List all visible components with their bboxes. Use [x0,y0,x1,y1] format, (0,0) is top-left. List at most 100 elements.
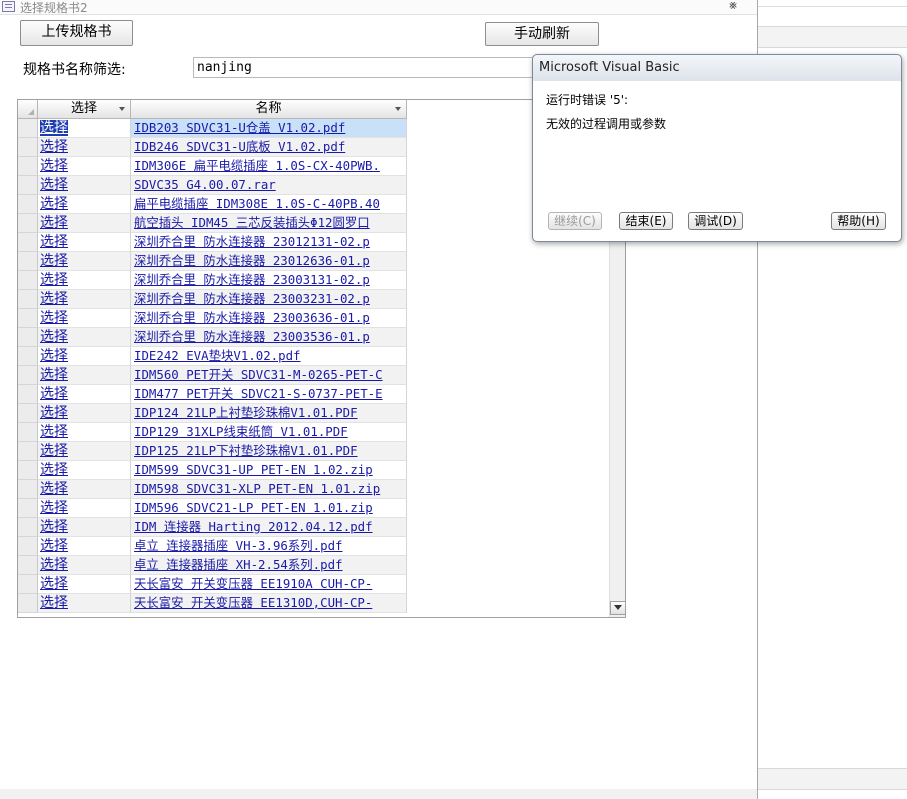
row-selector[interactable] [18,518,38,537]
close-icon[interactable]: ⨳ [729,0,737,13]
table-row: 选择 卓立 连接器插座 XH-2.54系列.pdf [18,556,625,575]
spec-file-link[interactable]: IDM477 PET开关 SDVC21-S-0737-PET-E [131,385,407,404]
end-button[interactable]: 结束(E) [619,212,673,230]
row-selector[interactable] [18,442,38,461]
row-selector[interactable] [18,594,38,613]
select-link[interactable]: 选择 [40,462,68,478]
row-selector[interactable] [18,328,38,347]
row-selector[interactable] [18,271,38,290]
row-selector[interactable] [18,480,38,499]
spec-file-link[interactable]: 航空插头 IDM45 三芯反装插头Φ12圆罗口 [131,214,407,233]
select-link[interactable]: 选择 [40,557,68,573]
column-header-name[interactable]: 名称 [131,100,407,119]
row-selector[interactable] [18,499,38,518]
table-row: 选择 IDM599 SDVC31-UP PET-EN 1.02.zip [18,461,625,480]
spec-file-link[interactable]: 天长富安 开关变压器 EE1910A CUH-CP- [131,575,407,594]
select-link[interactable]: 选择 [40,291,68,307]
select-link[interactable]: 选择 [40,272,68,288]
select-link[interactable]: 选择 [40,595,68,611]
spec-file-link[interactable]: IDM560 PET开关 SDVC31-M-0265-PET-C [131,366,407,385]
spec-file-link[interactable]: IDP129 31XLP线束纸筒 V1.01.PDF [131,423,407,442]
row-selector[interactable] [18,233,38,252]
row-selector[interactable] [18,119,38,138]
spec-file-link[interactable]: IDM 连接器 Harting 2012.04.12.pdf [131,518,407,537]
spec-file-link[interactable]: IDM599 SDVC31-UP PET-EN 1.02.zip [131,461,407,480]
spec-file-link[interactable]: SDVC35 G4.00.07.rar [131,176,407,195]
row-selector[interactable] [18,214,38,233]
select-link[interactable]: 选择 [40,538,68,554]
select-link-cell: 选择 [38,366,131,385]
debug-button[interactable]: 调试(D) [688,212,743,230]
error-message-text: 无效的过程调用或参数 [546,117,667,131]
row-selector[interactable] [18,385,38,404]
spec-file-link[interactable]: 卓立 连接器插座 XH-2.54系列.pdf [131,556,407,575]
row-selector[interactable] [18,537,38,556]
select-link[interactable]: 选择 [40,443,68,459]
row-selector[interactable] [18,195,38,214]
select-link[interactable]: 选择 [40,196,68,212]
select-link[interactable]: 选择 [40,329,68,345]
select-link[interactable]: 选择 [40,310,68,326]
spec-file-link[interactable]: 扁平电缆插座 IDM308E 1.0S-C-40PB.40 [131,195,407,214]
spec-file-link[interactable]: IDB203 SDVC31-U仓盖 V1.02.pdf [131,119,407,138]
select-link[interactable]: 选择 [40,519,68,535]
row-selector[interactable] [18,366,38,385]
select-link[interactable]: 选择 [40,177,68,193]
spec-file-link[interactable]: IDM596 SDVC21-LP PET-EN 1.01.zip [131,499,407,518]
spec-file-link[interactable]: 深圳乔合里 防水连接器 23003536-01.p [131,328,407,347]
select-link[interactable]: 选择 [40,386,68,402]
select-link[interactable]: 选择 [40,215,68,231]
row-selector[interactable] [18,423,38,442]
table-row: 选择 天长富安 开关变压器 EE1910A CUH-CP- [18,575,625,594]
spec-file-link[interactable]: 卓立 连接器插座 VH-3.96系列.pdf [131,537,407,556]
row-selector[interactable] [18,309,38,328]
select-link[interactable]: 选择 [40,139,68,155]
spec-file-link[interactable]: IDB246 SDVC31-U底板 V1.02.pdf [131,138,407,157]
select-link[interactable]: 选择 [40,424,68,440]
help-button[interactable]: 帮助(H) [831,212,886,230]
select-link[interactable]: 选择 [40,234,68,250]
continue-button[interactable]: 继续(C) [548,212,602,230]
row-selector[interactable] [18,347,38,366]
spec-file-link[interactable]: 深圳乔合里 防水连接器 23012636-01.p [131,252,407,271]
spec-file-link[interactable]: 深圳乔合里 防水连接器 23003231-02.p [131,290,407,309]
select-link[interactable]: 选择 [40,405,68,421]
manual-refresh-button[interactable]: 手动刷新 [485,22,599,46]
row-selector[interactable] [18,404,38,423]
row-selector[interactable] [18,157,38,176]
spec-file-link[interactable]: IDM598 SDVC31-XLP PET-EN 1.01.zip [131,480,407,499]
row-selector[interactable] [18,252,38,271]
select-link[interactable]: 选择 [40,481,68,497]
select-link[interactable]: 选择 [40,576,68,592]
filter-input[interactable] [193,57,538,78]
row-selector[interactable] [18,461,38,480]
select-link[interactable]: 选择 [40,253,68,269]
row-selector[interactable] [18,575,38,594]
scroll-down-icon[interactable] [610,601,625,615]
table-row: 选择 深圳乔合里 防水连接器 23003636-01.p [18,309,625,328]
row-selector[interactable] [18,556,38,575]
spec-file-link[interactable]: 天长富安 开关变压器 EE1310D,CUH-CP- [131,594,407,613]
upload-spec-button[interactable]: 上传规格书 [20,20,133,46]
select-link[interactable]: 选择 [40,348,68,364]
select-all-corner[interactable] [18,100,38,119]
table-row: 选择 IDM560 PET开关 SDVC31-M-0265-PET-C [18,366,625,385]
dropdown-arrow-icon[interactable] [119,107,125,111]
spec-file-link[interactable]: 深圳乔合里 防水连接器 23003131-02.p [131,271,407,290]
select-link[interactable]: 选择 [40,500,68,516]
table-row: 选择 IDM 连接器 Harting 2012.04.12.pdf [18,518,625,537]
column-header-select[interactable]: 选择 [38,100,131,119]
dropdown-arrow-icon[interactable] [395,107,401,111]
spec-file-link[interactable]: IDE242 EVA垫块V1.02.pdf [131,347,407,366]
spec-file-link[interactable]: 深圳乔合里 防水连接器 23012131-02.p [131,233,407,252]
row-selector[interactable] [18,176,38,195]
spec-file-link[interactable]: IDM306E 扁平电缆插座 1.0S-CX-40PWB. [131,157,407,176]
row-selector[interactable] [18,138,38,157]
select-link[interactable]: 选择 [40,367,68,383]
select-link[interactable]: 选择 [40,158,68,174]
spec-file-link[interactable]: IDP124 21LP上衬垫珍珠棉V1.01.PDF [131,404,407,423]
row-selector[interactable] [18,290,38,309]
spec-file-link[interactable]: 深圳乔合里 防水连接器 23003636-01.p [131,309,407,328]
select-link[interactable]: 选择 [40,120,68,136]
spec-file-link[interactable]: IDP125 21LP下衬垫珍珠棉V1.01.PDF [131,442,407,461]
